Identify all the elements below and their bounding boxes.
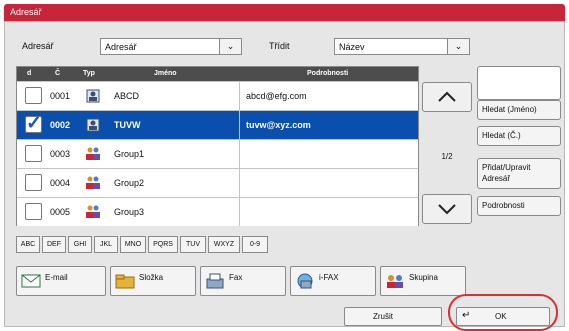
row-name: ABCD (114, 91, 140, 101)
row-details: abcd@efg.com (246, 91, 307, 101)
alpha-tab[interactable]: DEF (42, 236, 66, 253)
column-divider (239, 169, 240, 197)
contact-icon (86, 118, 100, 132)
cancel-button[interactable]: Zrušit (344, 307, 442, 326)
ok-highlight-ring (448, 294, 558, 331)
table-row[interactable]: 0001 ABCD abcd@efg.com (17, 81, 418, 110)
title-bar: Adresář (4, 4, 565, 21)
row-name: Group3 (114, 207, 145, 217)
addressbook-select-value: Adresář (105, 42, 137, 52)
row-checkbox[interactable] (25, 145, 42, 162)
group-icon (86, 176, 100, 189)
group-label: Skupina (409, 273, 438, 282)
alpha-tab[interactable]: TUV (180, 236, 206, 253)
ifax-icon (297, 273, 313, 289)
group-icon (86, 205, 100, 218)
table-row[interactable]: 0004 Group2 (17, 168, 418, 197)
row-name: Group2 (114, 178, 145, 188)
col-details: Podrobnosti (307, 70, 349, 77)
alpha-tab[interactable]: PQRS (148, 236, 178, 253)
search-name-button[interactable]: Hledat (Jméno) (477, 100, 561, 120)
row-checkbox[interactable] (25, 174, 42, 191)
row-number: 0001 (50, 91, 71, 101)
folder-icon (115, 274, 135, 289)
folder-label: Složka (139, 273, 164, 282)
row-name: TUVW (114, 120, 141, 130)
alpha-tab[interactable]: 0-9 (242, 236, 268, 253)
addressbook-select[interactable]: Adresář ⌄ (100, 38, 242, 55)
row-checkbox[interactable] (25, 87, 42, 104)
cancel-label: Zrušit (373, 312, 393, 321)
scroll-down-button[interactable] (422, 194, 472, 224)
pager: 1/2 (422, 82, 472, 226)
row-checkbox[interactable]: ✓ (25, 113, 42, 134)
fax-icon (206, 273, 224, 289)
folder-button[interactable]: Složka (110, 266, 196, 296)
table-row[interactable]: 0003 Group1 (17, 139, 418, 168)
row-details: tuvw@xyz.com (246, 120, 311, 130)
row-number: 0004 (50, 178, 71, 188)
table-row[interactable]: 0005 Group3 (17, 197, 418, 226)
column-divider (239, 82, 240, 110)
search-display (477, 66, 561, 100)
fax-label: Fax (229, 273, 243, 282)
alpha-tab[interactable]: GHI (68, 236, 92, 253)
chevron-down-icon: ⌄ (447, 39, 469, 54)
address-table: d Č Typ Jméno Podrobnosti 0001 ABCD abcd@e… (16, 66, 419, 226)
sort-select[interactable]: Název ⌄ (334, 38, 470, 55)
row-checkbox[interactable] (25, 203, 42, 220)
group-icon (86, 147, 100, 160)
col-number: Č (55, 70, 61, 77)
alpha-tab[interactable]: JKL (94, 236, 118, 253)
chevron-up-icon (438, 91, 456, 102)
add-edit-button[interactable]: Přidat/Upravit Adresář (477, 158, 561, 189)
row-number: 0005 (50, 207, 71, 217)
chevron-down-icon (438, 204, 456, 215)
email-button[interactable]: E-mail (16, 266, 106, 296)
row-number: 0002 (50, 120, 71, 130)
window-title: Adresář (10, 7, 42, 17)
alpha-tab[interactable]: WXYZ (208, 236, 240, 253)
check-icon: ✓ (26, 113, 42, 134)
alpha-tab[interactable]: MNO (120, 236, 146, 253)
column-divider (239, 198, 240, 226)
fax-button[interactable]: Fax (200, 266, 286, 296)
table-row[interactable]: ✓ 0002 TUVW tuvw@xyz.com (17, 110, 418, 139)
group-button[interactable]: Skupina (380, 266, 466, 296)
addressbook-label: Adresář (22, 41, 54, 51)
column-divider (239, 140, 240, 168)
group-icon (387, 275, 403, 288)
alpha-tab[interactable]: ABC (16, 236, 40, 253)
table-header: d Č Typ Jméno Podrobnosti (17, 67, 418, 81)
col-name: Jméno (154, 70, 177, 77)
sort-label: Třídit (269, 41, 290, 51)
col-type: Typ (83, 70, 95, 77)
sort-select-value: Název (339, 42, 365, 52)
email-label: E-mail (45, 273, 68, 282)
ifax-button[interactable]: i-FAX (290, 266, 376, 296)
row-number: 0003 (50, 149, 71, 159)
search-number-button[interactable]: Hledat (Č.) (477, 126, 561, 146)
page-indicator: 1/2 (441, 152, 453, 161)
chevron-down-icon: ⌄ (219, 39, 241, 54)
details-button[interactable]: Podrobnosti (477, 196, 561, 216)
ifax-label: i-FAX (319, 273, 339, 282)
row-name: Group1 (114, 149, 145, 159)
col-count: d (27, 70, 32, 77)
scroll-up-button[interactable] (422, 82, 472, 112)
column-divider (239, 111, 240, 139)
email-icon (21, 274, 41, 288)
contact-icon (86, 89, 100, 103)
